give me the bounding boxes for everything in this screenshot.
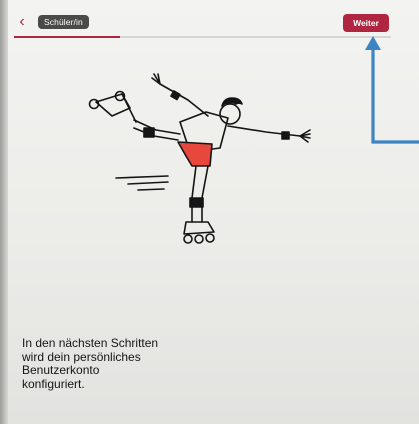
screen-edge <box>0 0 8 424</box>
onboarding-screen: ‹ Schüler/in Weiter In den nächsten Schr… <box>0 0 419 424</box>
progress-bar <box>14 36 391 38</box>
role-chip: Schüler/in <box>38 15 89 29</box>
roller-skater-illustration <box>88 73 311 244</box>
top-bar: ‹ Schüler/in Weiter <box>0 0 419 44</box>
chevron-left-icon: ‹ <box>19 13 25 30</box>
next-button[interactable]: Weiter <box>343 14 389 32</box>
onboarding-description: In den nächsten Schritten wird dein pers… <box>22 336 159 391</box>
progress-fill <box>14 36 120 38</box>
back-button[interactable]: ‹ <box>14 13 30 31</box>
